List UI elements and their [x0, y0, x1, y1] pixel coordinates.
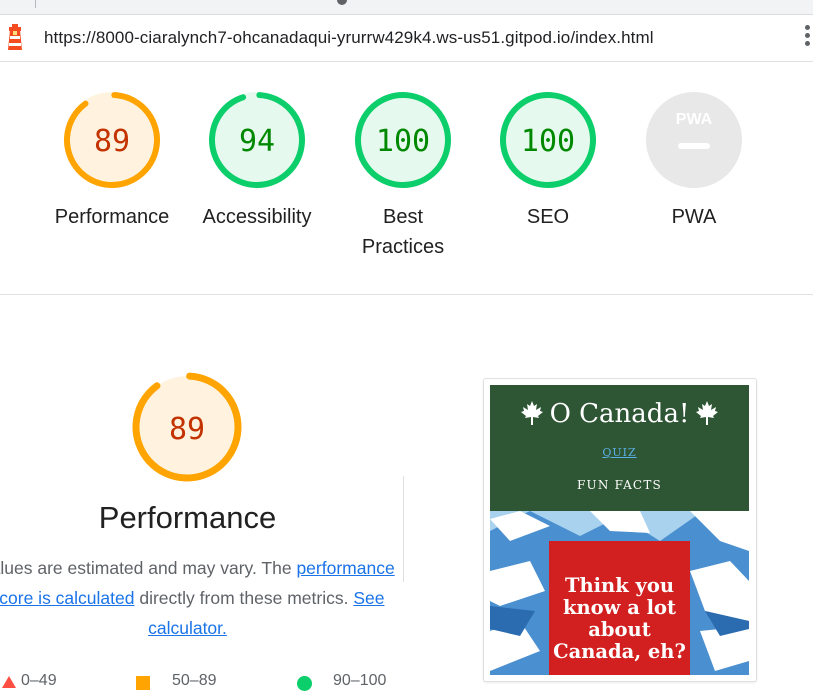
- gauge-background: [646, 92, 742, 188]
- hero-mountain-image: Think you know a lot about Canada, eh?: [490, 511, 749, 675]
- desc-text-2: directly from these metrics.: [134, 588, 354, 608]
- gauge-ring: 89: [64, 92, 160, 188]
- legend-average-range: 50–89: [172, 672, 217, 689]
- gauge-performance[interactable]: 89 Performance: [42, 90, 182, 232]
- site-header: O Canada! QUIZ FUN FACTS: [490, 385, 749, 511]
- hero-card: Think you know a lot about Canada, eh?: [549, 541, 690, 675]
- fail-triangle-icon: [2, 676, 16, 688]
- gauge-ring: 100: [500, 92, 596, 188]
- maple-leaf-icon: [696, 401, 719, 425]
- page-screenshot-thumbnail[interactable]: O Canada! QUIZ FUN FACTS Think you know …: [483, 378, 757, 682]
- nav-fun-facts-link: FUN FACTS: [577, 478, 662, 492]
- gauge-label: Best Practices: [361, 206, 445, 258]
- performance-description: Values are estimated and may vary. The p…: [0, 553, 395, 643]
- site-title: O Canada!: [490, 399, 749, 429]
- lighthouse-report-window: https://8000-ciaralynch7-ohcanadaqui-yru…: [0, 0, 813, 693]
- gauge-label: Performance: [54, 206, 170, 228]
- desc-text-1: Values are estimated and may vary. The: [0, 558, 297, 578]
- gauge-ring: 94: [209, 92, 305, 188]
- gauge-best-practices[interactable]: 100 Best Practices: [333, 90, 473, 262]
- more-menu-icon[interactable]: [804, 25, 812, 51]
- gauge-seo[interactable]: 100 SEO: [478, 90, 618, 232]
- tab-strip: [0, 0, 813, 15]
- gauge-ring: 100: [355, 92, 451, 188]
- section-divider: [0, 294, 813, 295]
- gauge-score: 100: [521, 124, 575, 159]
- lighthouse-icon: [8, 24, 22, 50]
- pass-circle-icon: [297, 676, 312, 691]
- url-bar: https://8000-ciaralynch7-ohcanadaqui-yru…: [0, 15, 813, 62]
- gauge-label: SEO: [526, 206, 570, 228]
- url-text[interactable]: https://8000-ciaralynch7-ohcanadaqui-yru…: [44, 28, 654, 48]
- gauge-label: Accessibility: [202, 206, 312, 228]
- legend-fail-range: 0–49: [21, 672, 57, 689]
- gauge-pwa[interactable]: PWA PWA: [624, 90, 764, 232]
- legend-pass-range: 90–100: [333, 672, 387, 689]
- performance-score-large: 89: [169, 412, 205, 447]
- pwa-dash-icon: [678, 143, 710, 149]
- gauge-accessibility[interactable]: 94 Accessibility: [187, 90, 327, 232]
- tab-favicon-icon[interactable]: [337, 0, 347, 5]
- gauge-score: 89: [94, 124, 130, 159]
- site-title-text: O Canada!: [549, 399, 690, 429]
- pwa-badge-icon: PWA: [676, 111, 713, 128]
- gauge-label: PWA: [671, 206, 717, 228]
- gauge-score: 94: [239, 124, 275, 159]
- vertical-divider: [403, 476, 404, 582]
- performance-title: Performance: [98, 500, 277, 535]
- maple-leaf-icon: [520, 401, 543, 425]
- performance-gauge-large: 89: [131, 371, 243, 488]
- nav-quiz-link: QUIZ: [602, 446, 637, 459]
- gauge-score: 100: [376, 124, 430, 159]
- average-square-icon: [136, 676, 150, 690]
- hero-text: Think you know a lot about Canada, eh?: [553, 574, 686, 663]
- tab-separator: [35, 0, 36, 8]
- gauge-ring: PWA: [646, 92, 742, 188]
